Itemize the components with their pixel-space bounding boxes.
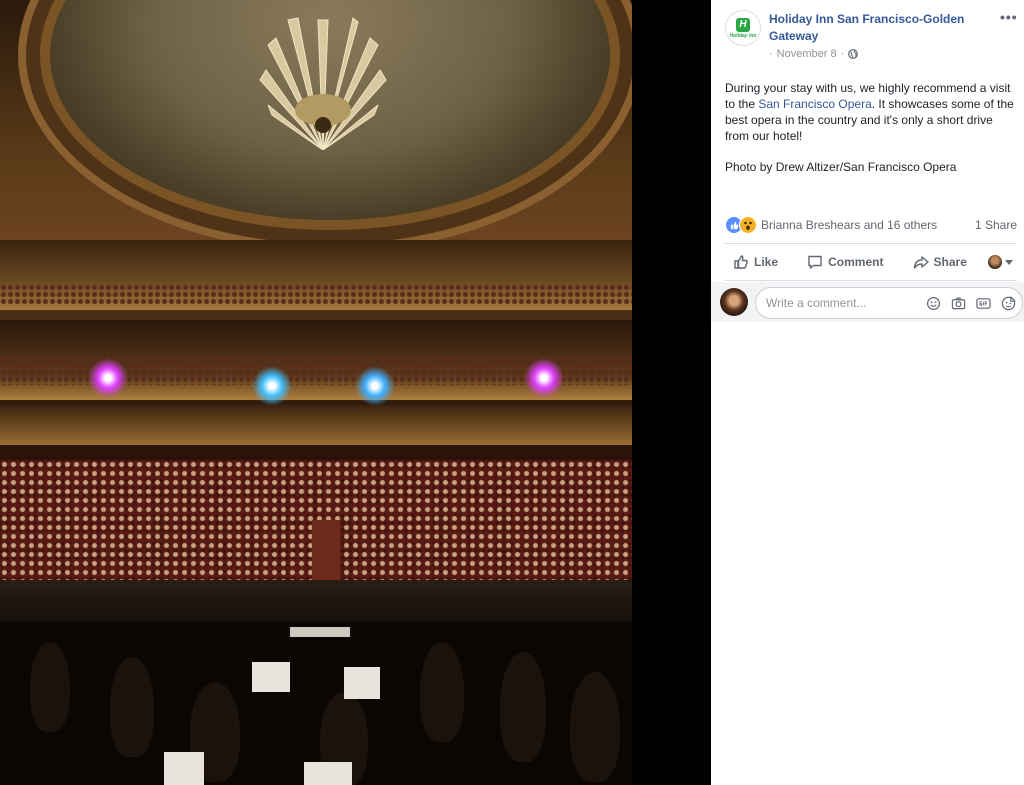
post-body: During your stay with us, we highly reco… xyxy=(725,80,1017,144)
comment-placeholder: Write a comment... xyxy=(766,296,867,310)
stage-light xyxy=(524,358,564,398)
audience-selector[interactable] xyxy=(988,255,1017,269)
chevron-down-icon xyxy=(1005,259,1013,265)
user-avatar[interactable] xyxy=(720,288,748,316)
musician xyxy=(500,652,546,762)
share-arrow-icon xyxy=(913,256,929,269)
share-count[interactable]: 1 Share xyxy=(975,218,1017,232)
chandelier xyxy=(259,17,387,150)
musician xyxy=(570,672,620,782)
divider xyxy=(725,243,1017,244)
musician xyxy=(30,642,70,732)
date-separator: · xyxy=(769,48,773,60)
emoji-icon[interactable] xyxy=(925,295,941,311)
post-panel: H Holiday Inn Holiday Inn San Francisco-… xyxy=(711,0,1024,785)
more-options-button[interactable]: ••• xyxy=(1000,9,1018,25)
musician xyxy=(420,642,464,742)
share-button[interactable]: Share xyxy=(905,254,975,270)
orchestra-pit-wall xyxy=(0,580,632,622)
share-label: Share xyxy=(933,255,967,269)
reactions-summary[interactable]: Brianna Breshears and 16 others xyxy=(725,216,937,234)
music-stand xyxy=(304,762,352,785)
musician xyxy=(110,657,154,757)
globe-icon[interactable] xyxy=(848,49,859,59)
orchestra-pit xyxy=(0,622,632,785)
comment-input[interactable]: Write a comment... xyxy=(755,287,1023,319)
comment-icon xyxy=(808,255,822,269)
comment-tools xyxy=(925,295,1016,311)
wow-icon xyxy=(739,216,757,234)
divider xyxy=(725,280,1017,281)
like-button[interactable]: Like xyxy=(725,254,786,270)
post-meta: · November 8 · xyxy=(769,48,859,60)
date-separator: · xyxy=(840,48,845,60)
page-avatar[interactable]: H Holiday Inn xyxy=(725,10,761,46)
stage-light xyxy=(88,358,128,398)
post-photo[interactable] xyxy=(0,0,632,785)
music-stand xyxy=(164,752,204,785)
thumbs-up-icon xyxy=(734,255,748,269)
center-aisle xyxy=(312,520,340,586)
music-stand xyxy=(344,667,380,699)
comment-composer: Write a comment... xyxy=(711,282,1024,322)
profile-avatar-icon xyxy=(988,255,1002,269)
conductor-podium xyxy=(290,627,350,637)
post-date[interactable]: November 8 xyxy=(777,48,837,60)
opera-link[interactable]: San Francisco Opera xyxy=(758,97,871,111)
like-label: Like xyxy=(754,255,779,269)
sticker-icon[interactable] xyxy=(1000,295,1016,311)
music-stand xyxy=(252,662,290,692)
reactors-names[interactable]: Brianna Breshears and 16 others xyxy=(761,218,937,232)
lower-balcony xyxy=(0,405,632,445)
stage-light xyxy=(355,366,395,406)
photo-credit: Photo by Drew Altizer/San Francisco Oper… xyxy=(725,160,957,174)
holiday-inn-logo-mark: H xyxy=(736,17,750,32)
stage-light xyxy=(252,366,292,406)
upper-balcony-audience xyxy=(0,284,632,306)
camera-icon[interactable] xyxy=(950,295,966,311)
holiday-inn-logo-text: Holiday Inn xyxy=(729,32,757,39)
comment-button[interactable]: Comment xyxy=(799,254,891,270)
action-bar: Like Comment Share xyxy=(725,250,1017,274)
gif-icon[interactable] xyxy=(975,295,991,311)
comment-label: Comment xyxy=(828,255,884,269)
page-name-link[interactable]: Holiday Inn San Francisco-Golden Gateway xyxy=(769,11,984,45)
